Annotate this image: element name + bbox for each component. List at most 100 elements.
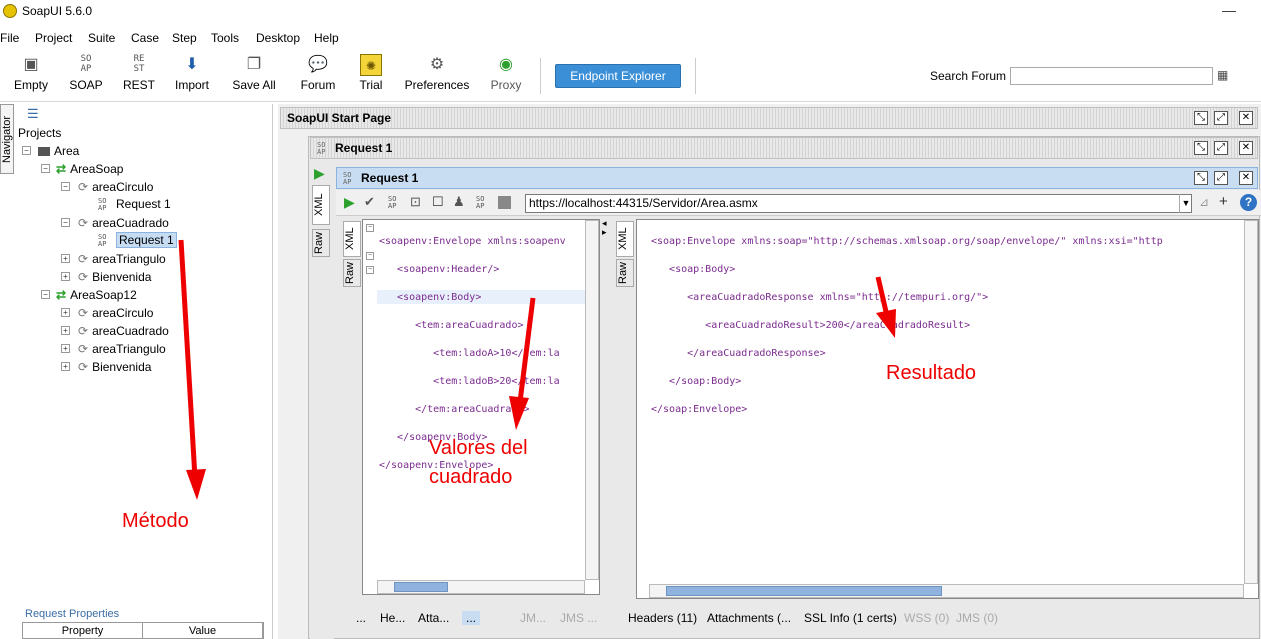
close-icon[interactable]: ✕ bbox=[1239, 141, 1253, 155]
minimize-icon[interactable]: — bbox=[1222, 2, 1236, 18]
split-arrows-icon[interactable]: ◂ ▸ bbox=[602, 219, 607, 237]
horizontal-scrollbar[interactable] bbox=[649, 584, 1244, 598]
collapse-icon[interactable]: − bbox=[61, 218, 70, 227]
maximize-icon[interactable]: ⤢ bbox=[1214, 171, 1228, 185]
forum-button[interactable]: 💬 Forum bbox=[297, 54, 339, 92]
vertical-scrollbar[interactable] bbox=[585, 220, 599, 580]
navigator-tab[interactable]: Navigator bbox=[0, 104, 14, 174]
tree-operation[interactable]: ⟳ areaCirculo bbox=[78, 180, 153, 194]
expand-icon[interactable]: + bbox=[61, 272, 70, 281]
horizontal-scrollbar[interactable] bbox=[377, 580, 585, 594]
tab-ws-a[interactable]: ... bbox=[462, 611, 481, 625]
save-all-button[interactable]: ❐ Save All bbox=[231, 54, 277, 92]
collapse-icon[interactable]: − bbox=[22, 146, 31, 155]
tab-response-attachments[interactable]: Attachments (... bbox=[707, 611, 791, 625]
collapse-icon[interactable]: − bbox=[41, 164, 50, 173]
restore-icon[interactable]: ⤡ bbox=[1194, 141, 1208, 155]
menu-project[interactable]: Project bbox=[35, 31, 72, 45]
tab-raw-outer[interactable]: Raw bbox=[312, 229, 330, 257]
tab-xml-request[interactable]: XML bbox=[343, 221, 361, 257]
stop-icon[interactable]: ☐ bbox=[432, 194, 444, 210]
tab-ssl-info[interactable]: SSL Info (1 certs) bbox=[804, 611, 897, 625]
tree-request[interactable]: SO AP Request 1 bbox=[98, 197, 171, 212]
chevron-down-icon[interactable]: ▼ bbox=[1179, 194, 1192, 213]
empty-button[interactable]: ▣ Empty bbox=[12, 54, 50, 92]
maximize-icon[interactable]: ⤢ bbox=[1214, 111, 1228, 125]
tab-raw-response[interactable]: Raw bbox=[616, 259, 634, 287]
submit-request-icon[interactable]: ▶ bbox=[344, 194, 355, 211]
tree-operation[interactable]: ⟳ Bienvenida bbox=[78, 270, 151, 284]
tab-jms-props[interactable]: JMS ... bbox=[560, 611, 597, 625]
scrollbar-thumb[interactable] bbox=[666, 586, 942, 596]
tab-jms[interactable]: JMS (0) bbox=[956, 611, 998, 625]
tab-xml-outer[interactable]: XML bbox=[312, 185, 330, 225]
search-options-icon[interactable]: ▦ bbox=[1217, 68, 1228, 82]
rest-button[interactable]: RE ST REST bbox=[120, 54, 158, 92]
trial-button[interactable]: ✺ Trial bbox=[356, 54, 386, 92]
menu-desktop[interactable]: Desktop bbox=[256, 31, 300, 45]
add-icon[interactable]: + bbox=[1219, 193, 1228, 210]
response-xml-editor[interactable]: <soap:Envelope xmlns:soap="http://schema… bbox=[636, 219, 1259, 599]
scrollbar-thumb[interactable] bbox=[394, 582, 448, 592]
close-icon[interactable]: ✕ bbox=[1239, 171, 1253, 185]
restore-icon[interactable]: ⤡ bbox=[1194, 111, 1208, 125]
expand-icon[interactable]: + bbox=[61, 326, 70, 335]
soap-version-icon[interactable]: SO AP bbox=[476, 196, 484, 210]
tree-interface-areasoap[interactable]: ⇄ AreaSoap bbox=[56, 162, 123, 176]
format-icon[interactable]: ⊡ bbox=[410, 194, 421, 210]
menu-suite[interactable]: Suite bbox=[88, 31, 115, 45]
menu-help[interactable]: Help bbox=[314, 31, 339, 45]
user-auth-icon[interactable]: ♟ bbox=[453, 194, 465, 210]
maximize-icon[interactable]: ⤢ bbox=[1214, 141, 1228, 155]
fold-icon[interactable]: − bbox=[366, 266, 374, 274]
help-icon[interactable]: ? bbox=[1240, 194, 1257, 211]
property-column-header[interactable]: Property bbox=[23, 623, 143, 638]
tree-operation[interactable]: ⟳ Bienvenida bbox=[78, 360, 151, 374]
endpoint-explorer-button[interactable]: Endpoint Explorer bbox=[555, 64, 681, 88]
expand-icon[interactable]: + bbox=[61, 254, 70, 263]
request-xml-editor[interactable]: − − − <soapenv:Envelope xmlns:soapenv <s… bbox=[362, 219, 600, 595]
endpoint-url-select[interactable]: https://localhost:44315/Servidor/Area.as… bbox=[525, 194, 1192, 213]
collapse-icon[interactable]: − bbox=[61, 182, 70, 191]
fold-icon[interactable]: − bbox=[366, 224, 374, 232]
restore-icon[interactable]: ⤡ bbox=[1194, 171, 1208, 185]
tab-wss[interactable]: WSS (0) bbox=[904, 611, 949, 625]
import-button[interactable]: ⬇ Import bbox=[172, 54, 212, 92]
menu-step[interactable]: Step bbox=[172, 31, 197, 45]
tab-attachments[interactable]: Atta... bbox=[418, 611, 449, 625]
tab-raw-request[interactable]: Raw bbox=[343, 259, 361, 287]
tree-interface-areasoap12[interactable]: ⇄ AreaSoap12 bbox=[56, 288, 137, 302]
expand-icon[interactable]: + bbox=[61, 362, 70, 371]
tab-jms-headers[interactable]: JM... bbox=[520, 611, 546, 625]
create-request-icon[interactable]: SO AP bbox=[388, 196, 396, 210]
menu-file[interactable]: File bbox=[0, 31, 19, 45]
menu-case[interactable]: Case bbox=[131, 31, 159, 45]
tab-auth[interactable]: ... bbox=[356, 611, 366, 625]
tree-operation[interactable]: ⟳ areaTriangulo bbox=[78, 342, 166, 356]
tree-view-icon[interactable]: ☰ bbox=[27, 106, 39, 122]
tree-operation[interactable]: ⟳ areaCuadrado bbox=[78, 216, 169, 230]
value-column-header[interactable]: Value bbox=[143, 623, 263, 638]
menu-tools[interactable]: Tools bbox=[211, 31, 239, 45]
fold-icon[interactable]: − bbox=[366, 252, 374, 260]
collapse-icon[interactable]: − bbox=[41, 290, 50, 299]
search-forum-input[interactable] bbox=[1010, 67, 1213, 85]
tree-operation[interactable]: ⟳ areaCirculo bbox=[78, 306, 153, 320]
tab-xml-response[interactable]: XML bbox=[616, 221, 634, 257]
preferences-button[interactable]: ⚙ Preferences bbox=[404, 54, 470, 92]
tree-operation[interactable]: ⟳ areaCuadrado bbox=[78, 324, 169, 338]
vertical-scrollbar[interactable] bbox=[1244, 220, 1258, 584]
tab-response-headers[interactable]: Headers (11) bbox=[628, 611, 697, 625]
add-assertion-icon[interactable]: ✔ bbox=[364, 194, 375, 210]
edit-endpoint-icon[interactable]: ⊿ bbox=[1199, 195, 1209, 209]
close-icon[interactable]: ✕ bbox=[1239, 111, 1253, 125]
proxy-button[interactable]: ◉ Proxy bbox=[488, 54, 524, 92]
expand-icon[interactable]: + bbox=[61, 344, 70, 353]
tree-project-area[interactable]: Area bbox=[38, 144, 79, 158]
expand-icon[interactable]: + bbox=[61, 308, 70, 317]
tab-headers[interactable]: He... bbox=[380, 611, 405, 625]
soap-button[interactable]: SO AP SOAP bbox=[67, 54, 105, 92]
tree-request-selected[interactable]: SO AP Request 1 bbox=[98, 232, 177, 248]
run-icon[interactable]: ▶ bbox=[314, 165, 325, 182]
tree-operation[interactable]: ⟳ areaTriangulo bbox=[78, 252, 166, 266]
